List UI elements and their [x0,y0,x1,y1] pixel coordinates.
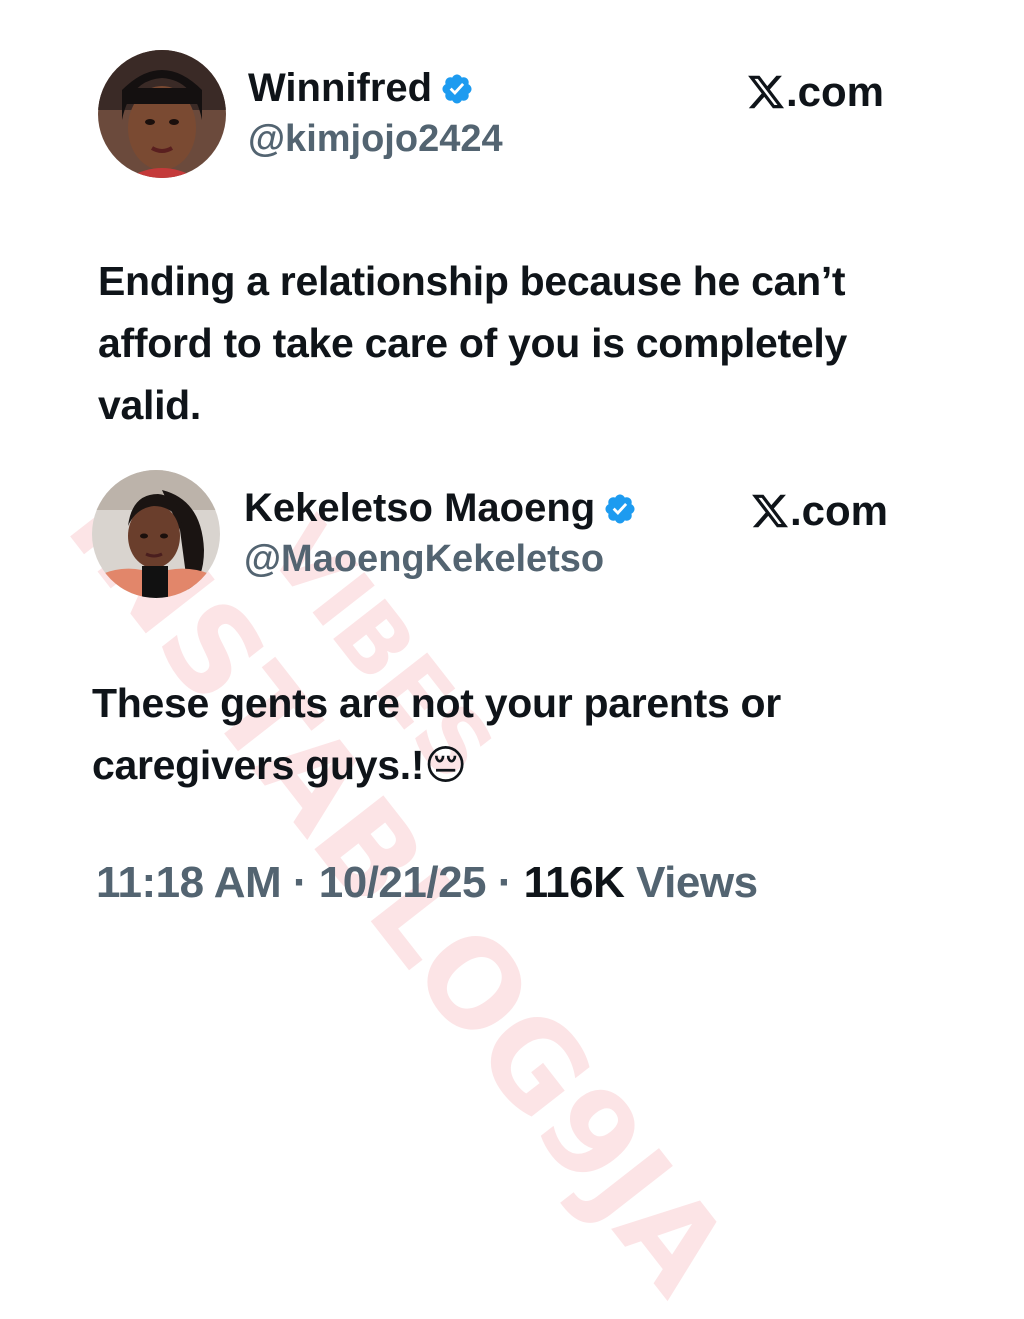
tweet1-name-row: Winnifred [248,66,474,111]
views-count[interactable]: 116K [524,858,625,907]
verified-badge-icon [440,72,474,106]
tweet1-display-name[interactable]: Winnifred [248,66,432,111]
tweet1-brand: .com [746,68,884,116]
tweet1-brand-text: .com [786,68,885,115]
tweet-meta: 11:18 AM · 10/21/25 · 116K Views [96,858,758,908]
x-logo-icon [750,491,790,531]
tweet1-text: Ending a relationship because he can’t a… [98,258,847,428]
tweet2-handle[interactable]: @MaoengKekeletso [244,538,604,581]
verified-badge-icon [603,492,637,526]
tweet2-name-row: Kekeletso Maoeng [244,486,637,531]
x-logo-icon [746,72,786,112]
tweet1-handle[interactable]: @kimjojo2424 [248,118,503,161]
views-label: Views [624,858,758,907]
tweet2-text: These gents are not your parents or care… [92,680,781,788]
tweet2-brand: .com [750,487,888,535]
tweet-time[interactable]: 11:18 AM [96,858,282,907]
meta-separator: · [281,858,319,907]
avatar-kekeletso[interactable] [92,470,220,598]
avatar-winnifred[interactable] [98,50,226,178]
tweet-date[interactable]: 10/21/25 [319,858,487,907]
meta-separator: · [486,858,524,907]
tweet2-display-name[interactable]: Kekeletso Maoeng [244,486,595,531]
tweet2-brand-text: .com [790,487,889,534]
